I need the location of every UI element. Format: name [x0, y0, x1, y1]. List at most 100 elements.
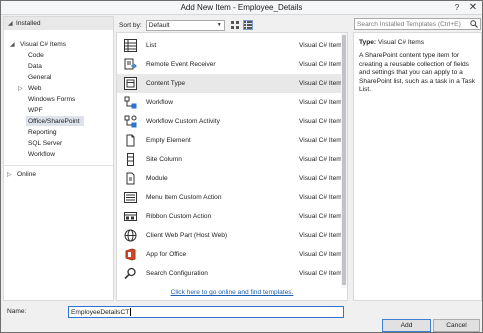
name-field[interactable]: EmployeeDetailsCT [68, 306, 344, 318]
search-input[interactable]: Search Installed Templates (Ctrl+E) [357, 21, 461, 28]
template-name: Workflow Custom Activity [146, 118, 220, 125]
installed-label: Installed [16, 20, 41, 27]
template-name: Content Type [146, 80, 186, 87]
template-name: Menu Item Custom Action [146, 194, 222, 201]
expand-triangle-icon[interactable]: ▷ [18, 85, 26, 92]
list-item[interactable]: Client Web Part (Host Web) Visual C# Ite… [117, 226, 347, 245]
tree-node-reporting[interactable]: Reporting [26, 127, 59, 137]
find-templates-online-link[interactable]: Click here to go online and find templat… [117, 289, 347, 296]
scrollbar-thumb[interactable] [342, 35, 346, 285]
tree-node-general[interactable]: General [26, 72, 53, 82]
template-name: Ribbon Custom Action [146, 213, 212, 220]
list-item[interactable]: Module Visual C# Items [117, 169, 347, 188]
template-description: A SharePoint content type item for creat… [359, 52, 476, 94]
tree-node-code[interactable]: Code [26, 50, 46, 60]
tree-node-web[interactable]: ▷ Web [18, 83, 43, 93]
template-name: Module [146, 175, 168, 182]
expand-triangle-icon[interactable]: ▷ [7, 171, 15, 178]
workflow-icon [123, 95, 137, 109]
search-icon [470, 20, 478, 28]
list-item[interactable]: App for Office Visual C# Items [117, 245, 347, 264]
list-item[interactable]: Empty Element Visual C# Items [117, 131, 347, 150]
tree-node-data[interactable]: Data [26, 61, 44, 71]
menu-item-icon [123, 190, 137, 204]
type-label: Type: [359, 39, 377, 46]
sort-toolbar: Sort by: Default ▼ [116, 18, 348, 32]
client-web-part-icon [123, 228, 137, 242]
tree-node-label: General [28, 73, 52, 81]
add-button[interactable]: Add [382, 319, 431, 332]
template-name: Remote Event Receiver [146, 61, 216, 68]
chevron-down-icon: ▼ [216, 22, 222, 28]
module-icon [123, 171, 137, 185]
name-value[interactable]: EmployeeDetailsCT [71, 309, 129, 316]
list-item[interactable]: Search Configuration Visual C# Items [117, 264, 347, 283]
tree-node-label: WPF [28, 106, 43, 114]
tree-node-windows-forms[interactable]: Windows Forms [26, 94, 77, 104]
site-column-icon [123, 152, 137, 166]
template-list: List Visual C# Items Remote Event Receiv… [116, 32, 348, 301]
tree-node-label: Online [17, 170, 37, 178]
list-item[interactable]: Menu Item Custom Action Visual C# Items [117, 188, 347, 207]
tree-node-office-sharepoint[interactable]: Office/SharePoint [26, 116, 84, 126]
search-configuration-icon [123, 266, 137, 280]
template-category: Visual C# Items [299, 156, 346, 163]
tree-divider [4, 165, 113, 166]
list-view-icon [243, 21, 252, 29]
list-item[interactable]: Site Column Visual C# Items [117, 150, 347, 169]
tree-node-workflow[interactable]: Workflow [26, 149, 57, 159]
list-item[interactable]: Workflow Custom Activity Visual C# Items [117, 112, 347, 131]
type-line: Type: Visual C# Items [359, 39, 477, 46]
tree-node-sql-server[interactable]: SQL Server [26, 138, 64, 148]
template-name: Search Configuration [146, 270, 208, 277]
list-item[interactable]: Workflow Visual C# Items [117, 93, 347, 112]
template-category: Visual C# Items [299, 99, 346, 106]
add-new-item-dialog: Add New Item - Employee_Details ? ✕ ◢ In… [0, 0, 483, 333]
template-name: Client Web Part (Host Web) [146, 232, 228, 239]
tree-node-online[interactable]: ▷ Online [7, 169, 38, 179]
tree-node-label: Code [28, 51, 44, 59]
empty-element-icon [123, 133, 137, 147]
title-bar: Add New Item - Employee_Details ? ✕ [1, 1, 482, 15]
window-title: Add New Item - Employee_Details [180, 3, 303, 12]
type-value: Visual C# Items [377, 39, 425, 46]
list-item[interactable]: Ribbon Custom Action Visual C# Items [117, 207, 347, 226]
template-category: Visual C# Items [299, 137, 346, 144]
template-name: Empty Element [146, 137, 191, 144]
sort-by-dropdown[interactable]: Default ▼ [145, 19, 225, 31]
template-category-tree: ◢ Installed ◢ Visual C# Items Code Data … [3, 16, 114, 301]
template-name: App for Office [146, 251, 187, 258]
workflow-custom-activity-icon [123, 114, 137, 128]
remote-event-receiver-icon [123, 57, 137, 71]
close-button[interactable]: ✕ [466, 2, 480, 13]
template-category: Visual C# Items [299, 251, 346, 258]
tree-node-label: Web [28, 84, 42, 92]
template-category: Visual C# Items [299, 42, 346, 49]
search-installed-templates[interactable]: Search Installed Templates (Ctrl+E) [354, 18, 481, 30]
template-details-panel: Type: Visual C# Items A SharePoint conte… [353, 32, 482, 301]
tree-node-visual-csharp-items[interactable]: ◢ Visual C# Items [10, 39, 68, 49]
template-name: Workflow [146, 99, 173, 106]
template-category: Visual C# Items [299, 61, 346, 68]
tree-node-label: SQL Server [28, 139, 63, 147]
template-category: Visual C# Items [299, 118, 346, 125]
small-icons-view-button[interactable] [230, 20, 240, 30]
help-button[interactable]: ? [450, 2, 464, 13]
tree-node-installed[interactable]: ◢ Installed [4, 17, 113, 30]
cancel-button[interactable]: Cancel [433, 319, 480, 332]
list-item[interactable]: Content Type Visual C# Items [117, 74, 347, 93]
collapse-triangle-icon: ◢ [10, 41, 15, 48]
details-view-button[interactable] [242, 20, 253, 30]
template-name: Site Column [146, 156, 182, 163]
tree-node-label: Windows Forms [28, 95, 76, 103]
app-for-office-icon [123, 247, 137, 261]
list-scrollbar[interactable] [341, 33, 347, 288]
template-category: Visual C# Items [299, 270, 346, 277]
text-caret [130, 308, 132, 316]
list-item[interactable]: List Visual C# Items [117, 36, 347, 55]
list-item[interactable]: Remote Event Receiver Visual C# Items [117, 55, 347, 74]
tree-node-wpf[interactable]: WPF [26, 105, 45, 115]
template-category: Visual C# Items [299, 175, 346, 182]
tree-node-label: Visual C# Items [20, 40, 67, 48]
close-icon: ✕ [468, 2, 478, 13]
